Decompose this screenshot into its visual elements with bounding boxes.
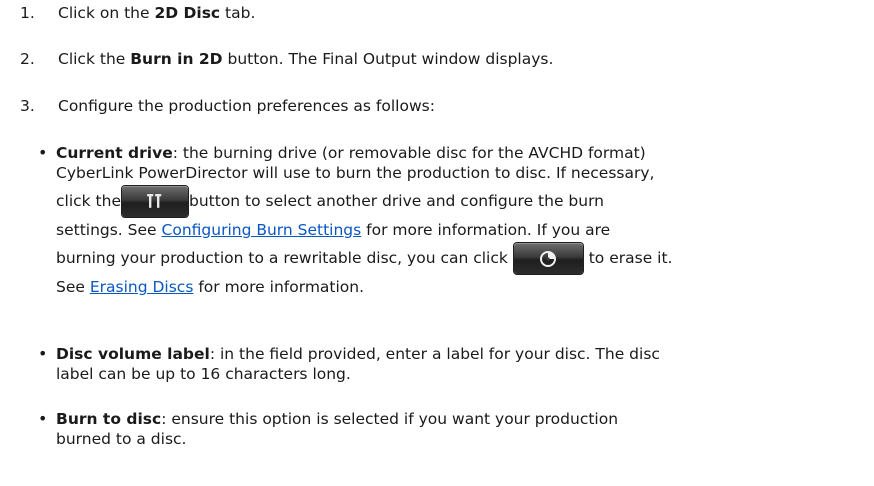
- description-text: : ensure this option is selected if you …: [161, 410, 619, 428]
- description-text: settings. See: [56, 221, 162, 239]
- text-line: settings. See Configuring Burn Settings …: [56, 220, 858, 240]
- step-text: Click on the: [58, 4, 155, 22]
- erase-disc-icon: [540, 250, 557, 267]
- tools-icon: [147, 193, 162, 208]
- description-text: click the: [56, 192, 121, 210]
- text-line: label can be up to 16 characters long.: [56, 365, 351, 383]
- description-text: for more information. If you are: [361, 221, 611, 239]
- text-line: burned to a disc.: [56, 430, 187, 448]
- text-line: See Erasing Discs for more information.: [56, 277, 858, 297]
- step-2: 2. Click the Burn in 2D button. The Final…: [20, 50, 864, 68]
- description-text: : the burning drive (or removable disc f…: [172, 144, 646, 162]
- text-line: burning your production to a rewritable …: [56, 240, 858, 277]
- bullet-dot: •: [38, 409, 48, 428]
- step-text: tab.: [220, 4, 256, 22]
- text-line: click the button to select another drive …: [56, 183, 858, 220]
- step-emphasis: 2D Disc: [154, 4, 221, 22]
- step-number: 2.: [20, 50, 35, 68]
- step-emphasis: Burn in 2D: [130, 50, 223, 68]
- step-number: 3.: [20, 97, 35, 115]
- bullet-disc-volume-label: • Disc volume label: in the field provid…: [38, 344, 858, 384]
- description-text: See: [56, 278, 90, 296]
- term-burn-to-disc: Burn to disc: [56, 410, 162, 428]
- description-text: button to select another drive and confi…: [189, 192, 605, 210]
- link-configuring-burn-settings[interactable]: Configuring Burn Settings: [162, 221, 362, 239]
- description-text: to erase it.: [588, 249, 673, 267]
- step-text: Configure the production preferences as …: [58, 97, 435, 115]
- bullet-burn-to-disc: • Burn to disc: ensure this option is se…: [38, 409, 858, 449]
- link-erasing-discs[interactable]: Erasing Discs: [90, 278, 194, 296]
- erase-disc-button[interactable]: [513, 243, 583, 274]
- description-text: burning your production to a rewritable …: [56, 249, 508, 267]
- step-3: 3. Configure the production preferences a…: [20, 97, 864, 115]
- text-line: Disc volume label: in the field provided…: [56, 344, 858, 364]
- step-number: 1.: [20, 4, 35, 22]
- bullet-dot: •: [38, 344, 48, 363]
- term-current-drive: Current drive: [56, 144, 173, 162]
- burn-settings-button[interactable]: [122, 186, 188, 217]
- description-text: : in the field provided, enter a label f…: [209, 345, 660, 363]
- step-1: 1. Click on the 2D Disc tab.: [20, 4, 864, 22]
- text-line: CyberLink PowerDirector will use to burn…: [56, 164, 655, 182]
- text-line: Current drive: the burning drive (or rem…: [56, 143, 858, 163]
- term-disc-volume-label: Disc volume label: [56, 345, 210, 363]
- description-text: for more information.: [193, 278, 365, 296]
- step-text: Click the: [58, 50, 131, 68]
- text-line: Burn to disc: ensure this option is sele…: [56, 409, 858, 429]
- step-text: button. The Final Output window displays…: [222, 50, 554, 68]
- bullet-current-drive: • Current drive: the burning drive (or r…: [38, 143, 858, 297]
- bullet-dot: •: [38, 143, 48, 162]
